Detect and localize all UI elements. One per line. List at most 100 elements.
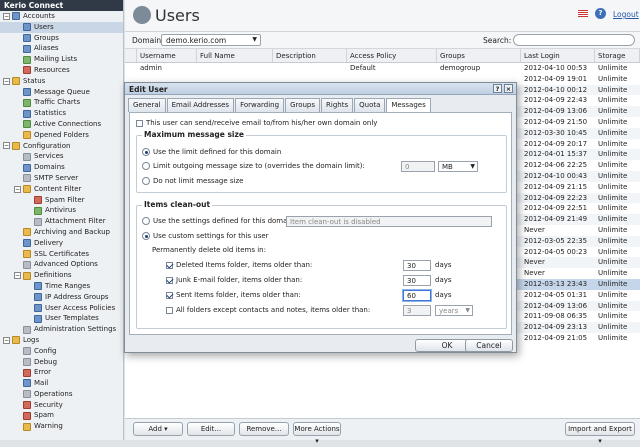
- sidebar-item-attachment-filter[interactable]: Attachment Filter: [0, 216, 123, 227]
- sidebar-item-time-ranges[interactable]: Time Ranges: [0, 281, 123, 292]
- sidebar-item-security[interactable]: Security: [0, 400, 123, 411]
- collapse-icon[interactable]: −: [14, 185, 21, 193]
- deleted-items-row[interactable]: Deleted Items folder, items older than:: [166, 261, 312, 269]
- sidebar-item-warning[interactable]: Warning: [0, 421, 123, 432]
- all-folders-checkbox[interactable]: [166, 306, 173, 314]
- sidebar-item-user-templates[interactable]: User Templates: [0, 313, 123, 324]
- domain-select[interactable]: demo.kerio.com ▼: [161, 34, 261, 46]
- max-size-domain-option[interactable]: Use the limit defined for this domain: [142, 148, 281, 156]
- dialog-help-icon[interactable]: ?: [493, 84, 502, 93]
- tab-messages[interactable]: Messages: [386, 98, 431, 113]
- sidebar-item-advanced-options[interactable]: Advanced Options: [0, 259, 123, 270]
- sidebar-item-error[interactable]: Error: [0, 367, 123, 378]
- sidebar-item-accounts[interactable]: − Accounts: [0, 11, 123, 22]
- sidebar-item-spam[interactable]: Spam: [0, 410, 123, 421]
- sidebar-item-resources[interactable]: Resources: [0, 65, 123, 76]
- junk-email-checkbox[interactable]: [166, 276, 173, 284]
- sidebar-item-status[interactable]: − Status: [0, 76, 123, 87]
- sidebar-item-smtp-server[interactable]: SMTP Server: [0, 173, 123, 184]
- column-header[interactable]: Username: [137, 49, 197, 62]
- collapse-icon[interactable]: −: [3, 12, 10, 20]
- remove-button[interactable]: Remove...: [239, 422, 289, 436]
- sidebar-item-aliases[interactable]: Aliases: [0, 43, 123, 54]
- sidebar-item-ip-address-groups[interactable]: IP Address Groups: [0, 292, 123, 303]
- all-folders-row[interactable]: All folders except contacts and notes, i…: [166, 306, 370, 314]
- sidebar-item-active-connections[interactable]: Active Connections: [0, 119, 123, 130]
- cancel-button[interactable]: Cancel: [465, 339, 513, 352]
- junk-email-row[interactable]: Junk E-mail folder, items older than:: [166, 276, 302, 284]
- sidebar-item-spam-filter[interactable]: Spam Filter: [0, 195, 123, 206]
- sidebar-item-configuration[interactable]: − Configuration: [0, 141, 123, 152]
- sidebar-item-services[interactable]: Services: [0, 151, 123, 162]
- sidebar-item-groups[interactable]: Groups: [0, 33, 123, 44]
- sidebar-item-config[interactable]: Config: [0, 346, 123, 357]
- column-header[interactable]: [125, 49, 137, 62]
- column-header[interactable]: Groups: [437, 49, 521, 62]
- tab-rights[interactable]: Rights: [321, 98, 354, 112]
- collapse-icon[interactable]: −: [3, 336, 10, 344]
- edit-button[interactable]: Edit...: [187, 422, 235, 436]
- max-size-unit-select[interactable]: MB ▼: [438, 161, 478, 172]
- sent-items-row[interactable]: Sent Items folder, items older than:: [166, 291, 301, 299]
- more-actions-button[interactable]: More Actions ▾: [293, 422, 341, 445]
- help-icon[interactable]: ?: [595, 8, 606, 19]
- sidebar-item-user-access-policies[interactable]: User Access Policies: [0, 303, 123, 314]
- max-size-limit-radio[interactable]: [142, 162, 150, 170]
- max-size-value-input[interactable]: 0: [401, 161, 435, 172]
- sidebar-item-archiving-and-backup[interactable]: Archiving and Backup: [0, 227, 123, 238]
- column-header[interactable]: Access Policy: [347, 49, 437, 62]
- column-header[interactable]: Storage: [595, 49, 640, 62]
- sidebar-item-traffic-charts[interactable]: Traffic Charts: [0, 97, 123, 108]
- sidebar-item-mailing-lists[interactable]: Mailing Lists: [0, 54, 123, 65]
- sidebar-item-content-filter[interactable]: − Content Filter: [0, 184, 123, 195]
- max-size-limit-option[interactable]: Limit outgoing message size to (override…: [142, 162, 365, 170]
- add-button[interactable]: Add ▾: [133, 422, 183, 436]
- sidebar-item-mail[interactable]: Mail: [0, 378, 123, 389]
- cleanout-domain-radio[interactable]: [142, 217, 150, 225]
- max-size-unlimited-radio[interactable]: [142, 177, 150, 185]
- tab-general[interactable]: General: [128, 98, 166, 112]
- all-folders-value-input[interactable]: 3: [403, 305, 431, 316]
- sidebar-item-statistics[interactable]: Statistics: [0, 108, 123, 119]
- collapse-icon[interactable]: −: [3, 142, 10, 150]
- column-header[interactable]: Last Login: [521, 49, 595, 62]
- sidebar-item-debug[interactable]: Debug: [0, 357, 123, 368]
- search-input[interactable]: [513, 34, 635, 46]
- column-header[interactable]: Full Name: [197, 49, 273, 62]
- sent-items-checkbox[interactable]: [166, 291, 173, 299]
- sidebar-item-users[interactable]: Users: [0, 21, 123, 33]
- max-size-unlimited-option[interactable]: Do not limit message size: [142, 177, 243, 185]
- sidebar-item-operations[interactable]: Operations: [0, 389, 123, 400]
- sent-items-days-input[interactable]: 60: [403, 290, 431, 301]
- sidebar-item-message-queue[interactable]: Message Queue: [0, 87, 123, 98]
- language-flag-icon[interactable]: [578, 10, 588, 17]
- own-domain-only-checkbox[interactable]: [136, 119, 143, 127]
- cleanout-domain-option[interactable]: Use the settings defined for this domain…: [142, 217, 296, 225]
- collapse-icon[interactable]: −: [14, 272, 21, 280]
- sidebar-item-logs[interactable]: − Logs: [0, 335, 123, 346]
- import-export-button[interactable]: Import and Export ▾: [565, 422, 635, 445]
- table-row[interactable]: admin Default demogroup 2012-04-10 00:53 Unl…: [125, 63, 640, 74]
- close-icon[interactable]: ×: [504, 84, 513, 93]
- logout-link[interactable]: Logout: [613, 10, 639, 19]
- max-size-domain-radio[interactable]: [142, 148, 150, 156]
- cleanout-custom-radio[interactable]: [142, 232, 150, 240]
- own-domain-only-row[interactable]: This user can send/receive email to/from…: [136, 119, 377, 127]
- all-folders-unit-select[interactable]: years ▼: [435, 305, 473, 316]
- sidebar-item-administration-settings[interactable]: Administration Settings: [0, 324, 123, 335]
- sidebar-item-ssl-certificates[interactable]: SSL Certificates: [0, 249, 123, 260]
- sidebar-item-antivirus[interactable]: Antivirus: [0, 205, 123, 216]
- sidebar-item-opened-folders[interactable]: Opened Folders: [0, 130, 123, 141]
- sidebar-item-definitions[interactable]: − Definitions: [0, 270, 123, 281]
- collapse-icon[interactable]: −: [3, 77, 10, 85]
- tab-quota[interactable]: Quota: [354, 98, 386, 112]
- tab-email-addresses[interactable]: Email Addresses: [166, 98, 235, 112]
- cleanout-custom-option[interactable]: Use custom settings for this user: [142, 232, 269, 240]
- junk-email-days-input[interactable]: 30: [403, 275, 431, 286]
- column-header[interactable]: Description: [273, 49, 347, 62]
- deleted-items-days-input[interactable]: 30: [403, 260, 431, 271]
- tab-forwarding[interactable]: Forwarding: [235, 98, 285, 112]
- deleted-items-checkbox[interactable]: [166, 261, 173, 269]
- sidebar-item-domains[interactable]: Domains: [0, 162, 123, 173]
- tab-groups[interactable]: Groups: [285, 98, 321, 112]
